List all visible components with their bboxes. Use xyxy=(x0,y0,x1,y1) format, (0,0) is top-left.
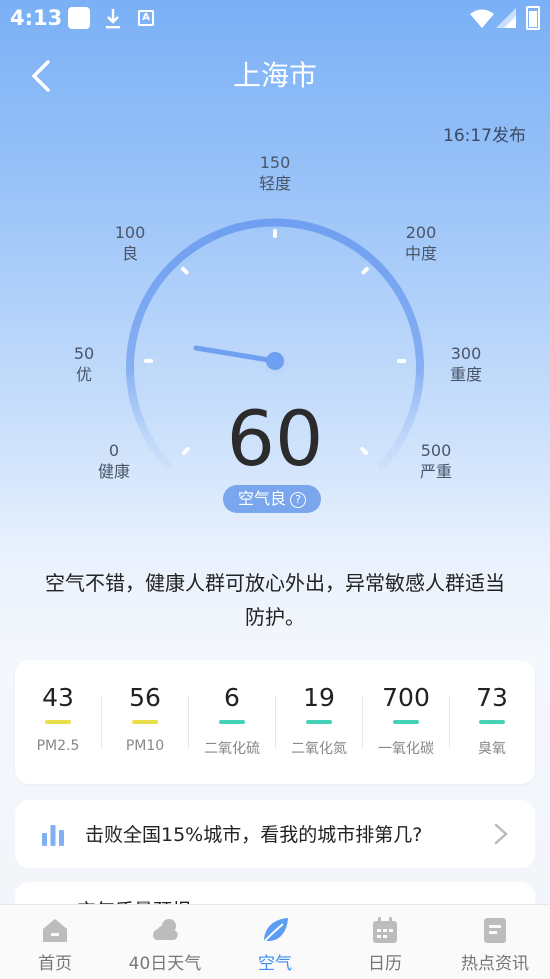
pollutant-value: 700 xyxy=(382,683,430,712)
wifi-icon xyxy=(470,9,494,28)
nav-label: 40日天气 xyxy=(128,954,202,974)
pollutant-value: 73 xyxy=(476,683,508,712)
home-icon xyxy=(43,919,67,942)
cloud-icon xyxy=(153,919,178,940)
gauge-label-200: 200 中度 xyxy=(404,223,437,263)
nav-item-air[interactable]: 空气 xyxy=(220,905,330,979)
news-icon xyxy=(484,918,506,943)
nav-label: 日历 xyxy=(368,954,402,974)
nav-label: 热点资讯 xyxy=(461,954,529,974)
chevron-right-icon xyxy=(494,823,508,845)
accessibility-icon: A xyxy=(138,10,154,26)
download-icon xyxy=(106,9,120,29)
pollutant-value: 6 xyxy=(224,683,240,712)
pollutant-value: 56 xyxy=(129,683,161,712)
pollutant-name: PM2.5 xyxy=(36,738,80,754)
calendar-icon xyxy=(373,917,397,943)
gauge-label-300: 300 重度 xyxy=(449,344,482,384)
pollutant-name: 臭氧 xyxy=(478,741,506,757)
pollutant-name: PM10 xyxy=(125,738,165,754)
city-rank-text: 击败全国15%城市，看我的城市排第几? xyxy=(85,824,423,846)
pollutant-level-bar xyxy=(479,720,505,724)
health-advice: 空气不错，健康人群可放心外出，异常敏感人群适当防护。 xyxy=(45,571,505,629)
pollutant-level-bar xyxy=(45,720,71,724)
signal-icon xyxy=(496,8,516,28)
gauge-label-150: 150 轻度 xyxy=(258,153,291,193)
gauge-label-50: 50 优 xyxy=(73,344,95,384)
status-time: 4:13 xyxy=(10,6,63,30)
bar-chart-icon xyxy=(42,825,64,846)
notification-app-icon xyxy=(68,7,90,29)
battery-icon xyxy=(526,6,540,30)
pollutant-value: 19 xyxy=(303,683,335,712)
pollutant-level-bar xyxy=(219,720,245,724)
nav-label: 首页 xyxy=(38,954,72,974)
aqi-level-badge[interactable]: 空气良? xyxy=(223,485,321,513)
aqi-level-label: 空气良 xyxy=(237,489,286,508)
pollutant-name: 一氧化碳 xyxy=(378,741,434,757)
bottom-nav: 首页 40日天气 空气 日历 热点资讯 xyxy=(0,904,550,979)
pollutant-co[interactable]: 700 一氧化碳 xyxy=(363,682,449,758)
leaf-icon xyxy=(263,918,288,943)
nav-item-40day[interactable]: 40日天气 xyxy=(110,905,220,979)
pollutant-level-bar xyxy=(306,720,332,724)
pollutant-card: 43 PM2.5 56 PM10 6 二氧化硫 19 二氧化氮 700 一氧化碳… xyxy=(15,660,535,784)
status-bar: 4:13 A xyxy=(0,0,550,38)
pollutant-no2[interactable]: 19 二氧化氮 xyxy=(276,682,362,758)
pollutant-so2[interactable]: 6 二氧化硫 xyxy=(189,682,275,758)
nav-item-home[interactable]: 首页 xyxy=(0,905,110,979)
pollutant-o3[interactable]: 73 臭氧 xyxy=(449,682,535,758)
aqi-value: 60 xyxy=(226,394,324,483)
pollutant-pm10[interactable]: 56 PM10 xyxy=(102,682,188,754)
nav-item-calendar[interactable]: 日历 xyxy=(330,905,440,979)
nav-item-news[interactable]: 热点资讯 xyxy=(440,905,550,979)
pollutant-level-bar xyxy=(132,720,158,724)
pollutant-level-bar xyxy=(393,720,419,724)
pollutant-pm25[interactable]: 43 PM2.5 xyxy=(15,682,101,754)
gauge-label-100: 100 良 xyxy=(114,223,146,263)
pollutant-name: 二氧化氮 xyxy=(291,741,347,757)
page-title: 上海市 xyxy=(232,59,317,92)
nav-label: 空气 xyxy=(258,954,292,974)
city-rank-card[interactable]: 击败全国15%城市，看我的城市排第几? xyxy=(15,800,535,868)
pollutant-name: 二氧化硫 xyxy=(204,741,260,757)
question-icon[interactable]: ? xyxy=(290,492,306,508)
pollutant-value: 43 xyxy=(42,683,74,712)
